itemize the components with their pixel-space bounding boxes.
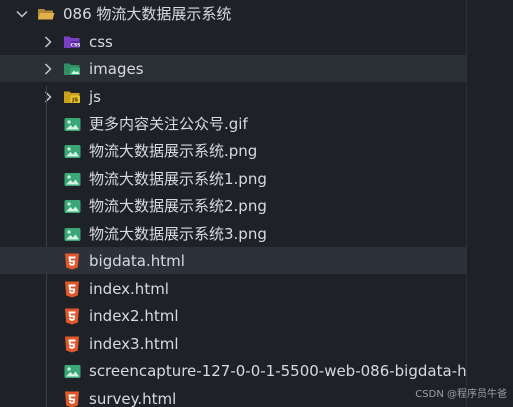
html-file-icon bbox=[63, 307, 81, 325]
folder-open-icon bbox=[37, 5, 55, 23]
tree-item-file[interactable]: screencapture-127-0-0-1-5500-web-086-big… bbox=[0, 357, 466, 384]
image-file-icon bbox=[63, 115, 81, 133]
file-label: index3.html bbox=[89, 334, 179, 353]
images-folder-icon bbox=[63, 60, 81, 78]
folder-label-css: css bbox=[89, 32, 113, 51]
image-file-icon bbox=[63, 170, 81, 188]
html-file-icon bbox=[63, 335, 81, 353]
folder-label-js: js bbox=[89, 87, 101, 106]
chevron-right-icon[interactable] bbox=[40, 34, 56, 50]
file-label: index.html bbox=[89, 279, 169, 298]
tree-item-file[interactable]: index3.html bbox=[0, 330, 466, 357]
image-file-icon bbox=[63, 197, 81, 215]
tree-item-root-folder[interactable]: 086 物流大数据展示系统 bbox=[0, 0, 466, 27]
watermark-text: CSDN @程序员牛爸 bbox=[415, 389, 507, 400]
html-file-icon bbox=[63, 252, 81, 270]
tree-item-file[interactable]: 物流大数据展示系统2.png bbox=[0, 192, 466, 219]
image-file-icon bbox=[63, 142, 81, 160]
file-label: 物流大数据展示系统2.png bbox=[89, 196, 267, 215]
tree-item-file[interactable]: survey.html bbox=[0, 385, 466, 407]
html-file-icon bbox=[63, 390, 81, 407]
tree-item-file[interactable]: 物流大数据展示系统.png bbox=[0, 137, 466, 164]
chevron-right-icon[interactable] bbox=[40, 61, 56, 77]
tree-item-file[interactable]: 物流大数据展示系统3.png bbox=[0, 220, 466, 247]
folder-label-images: images bbox=[89, 59, 144, 78]
file-label: 物流大数据展示系统1.png bbox=[89, 169, 267, 188]
file-label: 物流大数据展示系统3.png bbox=[89, 224, 267, 243]
root-folder-label: 086 物流大数据展示系统 bbox=[63, 4, 232, 23]
file-explorer: 086 物流大数据展示系统 CSS css images JS js 更多内容关… bbox=[0, 0, 513, 407]
file-label: index2.html bbox=[89, 306, 179, 325]
file-label: screencapture-127-0-0-1-5500-web-086-big… bbox=[89, 361, 466, 380]
tree-item-folder-css[interactable]: CSS css bbox=[0, 28, 466, 55]
file-label: 物流大数据展示系统.png bbox=[89, 141, 258, 160]
tree-item-file-selected[interactable]: bigdata.html bbox=[0, 247, 466, 274]
svg-text:CSS: CSS bbox=[71, 42, 81, 48]
tree-item-folder-js[interactable]: JS js bbox=[0, 83, 466, 110]
tree-item-file[interactable]: 更多内容关注公众号.gif bbox=[0, 110, 466, 137]
image-file-icon bbox=[63, 362, 81, 380]
chevron-down-icon[interactable] bbox=[14, 6, 30, 22]
tree-item-file[interactable]: index.html bbox=[0, 275, 466, 302]
svg-text:JS: JS bbox=[71, 98, 78, 104]
file-label: survey.html bbox=[89, 389, 177, 407]
scrollbar-track[interactable] bbox=[466, 0, 467, 407]
chevron-right-icon[interactable] bbox=[40, 89, 56, 105]
tree-item-folder-images[interactable]: images bbox=[0, 55, 466, 82]
js-folder-icon: JS bbox=[63, 88, 81, 106]
image-file-icon bbox=[63, 225, 81, 243]
file-label: 更多内容关注公众号.gif bbox=[89, 114, 248, 133]
file-label: bigdata.html bbox=[89, 251, 185, 270]
tree-item-file[interactable]: index2.html bbox=[0, 302, 466, 329]
css-folder-icon: CSS bbox=[63, 33, 81, 51]
html-file-icon bbox=[63, 280, 81, 298]
tree-item-file[interactable]: 物流大数据展示系统1.png bbox=[0, 165, 466, 192]
